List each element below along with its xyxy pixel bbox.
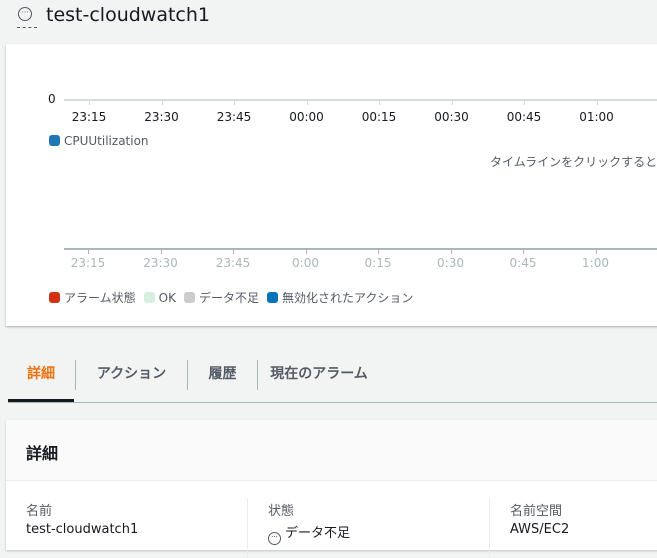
- tab-bar: 詳細 アクション 履歴 現在のアラーム: [8, 358, 657, 403]
- timeline-tick-mark: [305, 249, 307, 254]
- x-tick-mark: [306, 100, 308, 105]
- timeline-tick-mark: [88, 249, 89, 254]
- x-tick-mark: [379, 100, 380, 105]
- insufficient-data-icon: ···: [18, 7, 32, 21]
- timeline-tick-mark: [160, 249, 162, 254]
- tab-details[interactable]: 詳細: [8, 358, 74, 402]
- x-tick-label: 23:15: [71, 110, 107, 124]
- timeline-legend-item: 無効化されたアクション: [266, 291, 414, 305]
- details-heading: 詳細: [26, 444, 59, 463]
- timeline-tick-label: 23:15: [70, 256, 106, 270]
- x-tick-label: 23:45: [216, 110, 252, 124]
- x-tick-label: 00:30: [434, 110, 469, 124]
- field-label-namespace: 名前空間: [510, 504, 563, 519]
- timeline-axis[interactable]: [64, 248, 657, 250]
- legend-color-icon: [183, 292, 195, 303]
- legend-label: 無効化されたアクション: [281, 291, 414, 305]
- timeline-tick-mark: [523, 249, 524, 254]
- timeline-tick-label: 23:30: [143, 256, 178, 270]
- x-tick-mark: [524, 100, 525, 105]
- column-divider: [489, 498, 490, 558]
- icon-underline: [17, 27, 37, 28]
- tab-actions[interactable]: アクション: [76, 358, 187, 402]
- legend-label: OK: [158, 291, 176, 305]
- x-tick-mark: [234, 100, 235, 105]
- x-tick-label: 00:15: [361, 110, 397, 124]
- field-value-namespace: AWS/EC2: [510, 522, 570, 537]
- timeline-tick-label: 1:00: [582, 256, 609, 270]
- field-label-name: 名前: [26, 504, 53, 519]
- x-tick-mark: [89, 100, 90, 105]
- timeline-legend-item: アラーム状態: [49, 291, 136, 305]
- details-header: 詳細: [6, 420, 657, 481]
- timeline-tick-label: 0:30: [437, 256, 464, 270]
- timeline-tick-mark: [595, 249, 597, 254]
- timeline-tick-label: 0:45: [509, 256, 537, 270]
- timeline-tick-mark: [233, 249, 234, 254]
- legend-label: CPUUtilization: [64, 134, 149, 148]
- legend-color-icon: [143, 292, 155, 303]
- x-tick-mark: [451, 100, 453, 105]
- timeline-tick-label: 23:45: [215, 256, 251, 270]
- field-value-name: test-cloudwatch1: [26, 522, 139, 537]
- legend-label: アラーム状態: [64, 291, 136, 305]
- legend-color-icon: [49, 292, 60, 303]
- x-tick-label: 01:00: [579, 110, 614, 124]
- column-divider: [247, 498, 248, 558]
- y-axis-zero-line: [64, 99, 657, 101]
- tab-history[interactable]: 履歴: [188, 358, 257, 402]
- x-tick-label: 00:00: [289, 110, 324, 124]
- tab-current-alarms[interactable]: 現在のアラーム: [258, 358, 380, 402]
- legend-label: データ不足: [198, 291, 259, 305]
- y-tick-label: 0: [48, 92, 56, 106]
- timeline-legend-item: OK: [143, 291, 176, 305]
- timeline-tick-mark: [378, 249, 379, 254]
- timeline-tick-label: 0:00: [292, 256, 319, 270]
- metric-chart-panel: 0 23:15 23:30 23:45 00:00 00:15 00:30 00:45 01:…: [6, 44, 657, 326]
- x-tick-mark: [161, 100, 163, 105]
- timeline-tick-mark: [450, 249, 452, 254]
- insufficient-data-icon: ···: [268, 532, 281, 545]
- series-color-icon: [49, 135, 60, 146]
- x-tick-mark: [596, 100, 598, 105]
- timeline-tick-label: 0:15: [364, 256, 392, 270]
- timeline-legend: アラーム状態 OK データ不足 無効化されたアクション: [49, 287, 421, 306]
- page-title: test-cloudwatch1: [46, 4, 211, 26]
- details-panel: 詳細 名前 test-cloudwatch1 状態 ··· データ不足 名前空間 …: [6, 420, 657, 558]
- timeline-legend-item: データ不足: [183, 291, 259, 305]
- timeline-hint: タイムラインをクリックすると: [490, 155, 657, 169]
- legend-color-icon: [266, 292, 278, 303]
- field-label-state: 状態: [268, 504, 295, 519]
- legend-cpuutilization[interactable]: CPUUtilization: [49, 134, 149, 148]
- state-text: データ不足: [285, 526, 351, 541]
- x-tick-label: 00:45: [506, 110, 542, 124]
- x-tick-label: 23:30: [144, 110, 179, 124]
